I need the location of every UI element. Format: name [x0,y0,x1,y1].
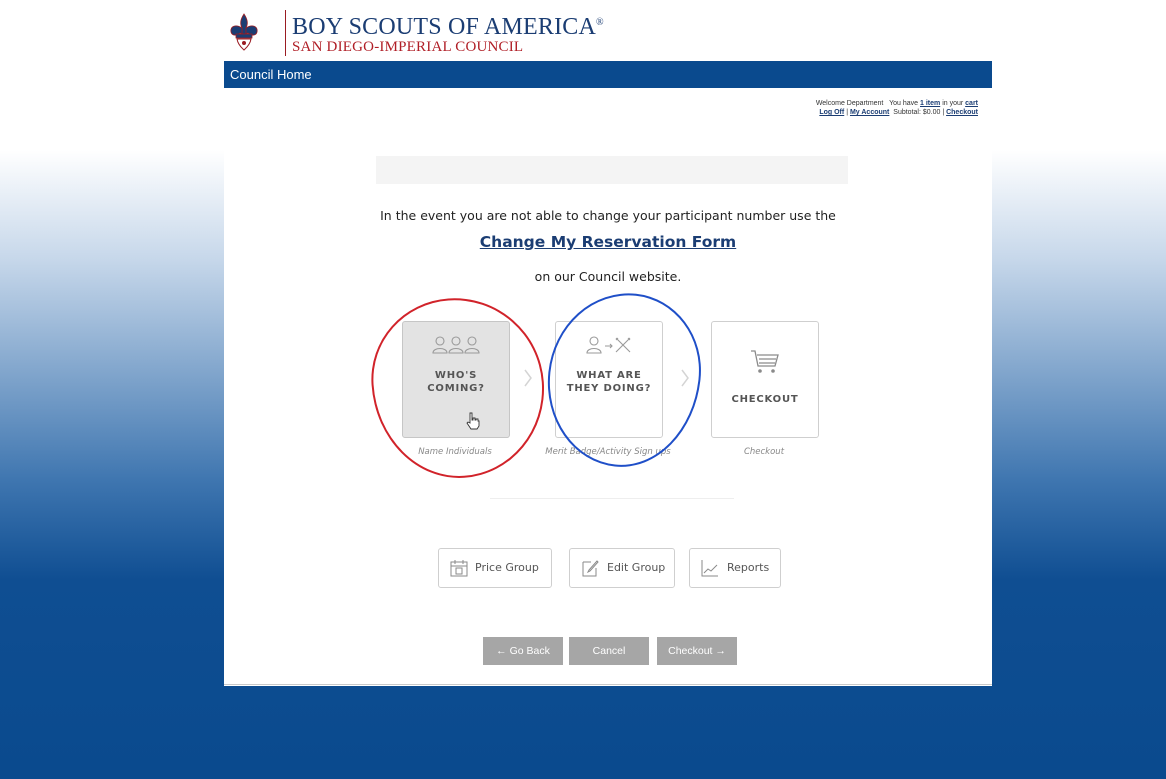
cart-link[interactable]: cart [965,100,978,107]
step-what-are-they-doing[interactable]: WHAT ARE THEY DOING? [555,321,663,438]
calendar-price-icon [450,560,468,577]
chevron-right-icon [681,369,689,387]
what-are-they-doing-line1: WHAT ARE [576,370,642,381]
go-back-button[interactable]: ← Go Back [483,637,563,665]
council-website-text: on our Council website. [534,269,682,284]
user-activity-icon [556,334,662,360]
bsa-fleur-de-lis-logo[interactable] [228,12,260,54]
trademark-symbol: ® [596,17,604,28]
hand-cursor-icon [466,412,480,430]
what-are-they-doing-line2: THEY DOING? [566,383,652,394]
council-name: SAN DIEGO-IMPERIAL COUNCIL [292,39,524,55]
step-caption-merit-badge: Merit Badge/Activity Sign ups [545,447,671,457]
council-home-link[interactable]: Council Home [230,67,312,82]
faded-banner [376,156,848,184]
step-caption-checkout: Checkout [743,447,785,457]
checkout-step-label: CHECKOUT [731,394,799,405]
whos-coming-line1: WHO'S [434,370,478,381]
section-divider [490,498,734,499]
edit-icon [582,560,599,577]
price-group-button[interactable]: Price Group [438,548,552,588]
page-container: BOY SCOUTS OF AMERICA® SAN DIEGO-IMPERIA… [224,8,992,686]
edit-group-button[interactable]: Edit Group [569,548,675,588]
price-group-label: Price Group [475,561,539,574]
site-title-text: BOY SCOUTS OF AMERICA [292,14,597,40]
cart-icon [712,346,818,373]
edit-group-label: Edit Group [607,561,666,574]
chart-icon [701,560,718,577]
step-whos-coming[interactable]: WHO'S COMING? [402,321,510,438]
whos-coming-line2: COMING? [427,383,485,394]
cancel-button[interactable]: Cancel [569,637,649,665]
site-header: BOY SCOUTS OF AMERICA® SAN DIEGO-IMPERIA… [224,8,992,61]
my-account-link[interactable]: My Account [850,109,889,116]
header-checkout-link[interactable]: Checkout [946,109,978,116]
account-info: Welcome Department You have 1 item in yo… [816,99,978,117]
subtotal-text: Subtotal: $0.00 | [893,109,945,116]
top-nav-bar: Council Home [224,61,992,88]
users-icon [403,334,509,360]
step-caption-name-individuals: Name Individuals [418,447,492,457]
account-line-2: Log Off | My Account Subtotal: $0.00 | C… [816,108,978,117]
chevron-right-icon [524,369,532,387]
welcome-text: Welcome Department [815,100,884,107]
reports-button[interactable]: Reports [689,548,781,588]
cart-middle: in your [942,100,964,107]
step-checkout[interactable]: CHECKOUT [711,321,819,438]
footer-rule [224,684,992,685]
cart-items-link[interactable]: 1 item [920,100,940,107]
reports-label: Reports [727,561,770,574]
account-separator: | [846,109,849,116]
checkout-button[interactable]: Checkout → [657,637,737,665]
change-reservation-form-link[interactable]: Change My Reservation Form [224,233,992,251]
account-line-1: Welcome Department You have 1 item in yo… [816,99,978,108]
site-title: BOY SCOUTS OF AMERICA® [292,14,604,41]
reservation-message: In the event you are not able to change … [380,208,836,223]
log-off-link[interactable]: Log Off [819,109,844,116]
cart-prefix: You have [889,100,919,107]
logo-divider [285,10,286,56]
